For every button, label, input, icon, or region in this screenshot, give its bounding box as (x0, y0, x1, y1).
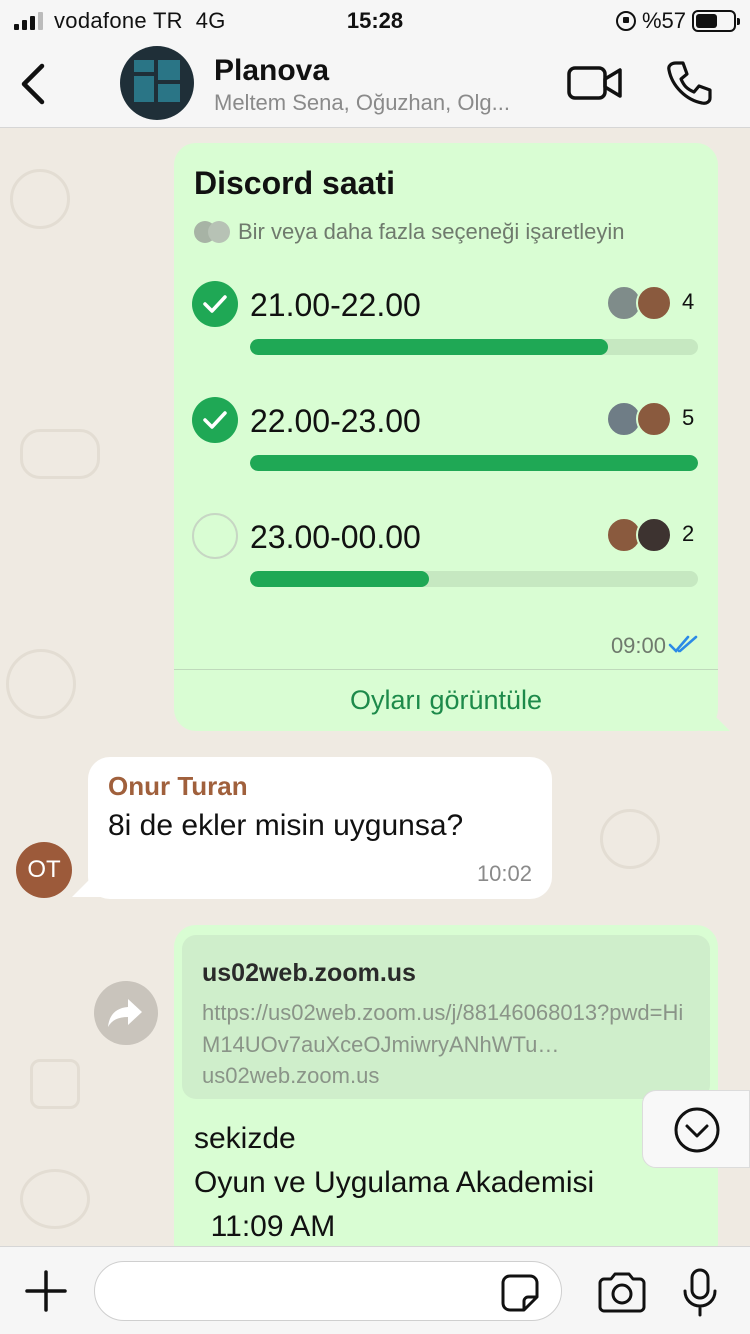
phone-call-icon[interactable] (664, 58, 714, 108)
view-votes-button[interactable]: Oyları görüntüle (174, 677, 718, 723)
link-preview-title: us02web.zoom.us (202, 959, 416, 987)
message-line: Oyun ve Uygulama Akademisi (194, 1166, 595, 1199)
link-preview-domain: us02web.zoom.us (202, 1063, 380, 1088)
scroll-to-bottom-button[interactable] (642, 1090, 750, 1168)
poll-option-checkbox[interactable] (192, 397, 238, 443)
chat-participants[interactable]: Meltem Sena, Oğuzhan, Olg... (214, 90, 554, 116)
poll-option-label: 21.00-22.00 (250, 287, 421, 323)
sender-avatar[interactable]: OT (16, 842, 72, 898)
forward-arrow-icon (108, 999, 142, 1027)
orientation-lock-icon (615, 11, 636, 31)
poll-option-checkbox[interactable] (192, 513, 238, 559)
chat-header: Planova Meltem Sena, Oğuzhan, Olg... (0, 40, 750, 128)
message-list[interactable]: Discord saati Bir veya daha fazla seçene… (0, 129, 750, 1246)
message-line: sekizde (194, 1122, 296, 1155)
chevron-down-icon (674, 1107, 720, 1153)
camera-icon[interactable] (596, 1271, 648, 1313)
incoming-message[interactable]: Onur Turan 8i de ekler misin uygunsa? 10… (88, 757, 552, 899)
message-time: 10:02 (476, 861, 532, 886)
message-line: 11:09 AM (194, 1210, 336, 1243)
read-receipt-icon (668, 635, 698, 653)
multiple-choice-icon (194, 221, 232, 243)
microphone-icon[interactable] (680, 1267, 720, 1319)
status-bar: vodafone TR 4G 15:28 %57 (0, 0, 750, 40)
poll-hint: Bir veya daha fazla seçeneği işaretleyin (238, 219, 625, 244)
poll-option-progress (250, 339, 698, 355)
video-call-icon[interactable] (566, 60, 624, 106)
poll-option-count: 5 (682, 405, 695, 430)
plus-icon[interactable] (24, 1269, 68, 1313)
checkmark-icon (203, 411, 227, 429)
poll-question: Discord saati (194, 165, 395, 201)
message-composer (0, 1246, 750, 1334)
poll-option-progress (250, 571, 698, 587)
poll-option-label: 22.00-23.00 (250, 403, 421, 439)
voter-avatars (606, 517, 678, 553)
message-input[interactable] (94, 1261, 562, 1321)
voter-avatars (606, 285, 678, 321)
poll-message[interactable]: Discord saati Bir veya daha fazla seçene… (174, 143, 718, 731)
sticker-icon[interactable] (500, 1273, 540, 1313)
poll-option-progress (250, 455, 698, 471)
poll-option-count: 2 (682, 521, 695, 546)
sender-name[interactable]: Onur Turan (108, 771, 248, 802)
poll-option[interactable]: 21.00-22.00 4 (192, 281, 702, 361)
checkmark-icon (203, 295, 227, 313)
battery-percent: %57 (641, 8, 686, 33)
link-preview[interactable]: us02web.zoom.us https://us02web.zoom.us/… (182, 935, 710, 1099)
voter-avatars (606, 401, 678, 437)
poll-option[interactable]: 22.00-23.00 5 (192, 397, 702, 477)
poll-option[interactable]: 23.00-00.00 2 (192, 513, 702, 593)
poll-option-count: 4 (682, 289, 695, 314)
message-time: 09:00 (610, 633, 666, 658)
battery-icon (692, 10, 740, 32)
poll-option-checkbox[interactable] (192, 281, 238, 327)
group-avatar[interactable] (120, 46, 194, 120)
message-text: 8i de ekler misin uygunsa? (108, 809, 464, 842)
outgoing-link-message[interactable]: us02web.zoom.us https://us02web.zoom.us/… (174, 925, 718, 1246)
poll-option-label: 23.00-00.00 (250, 519, 421, 555)
forward-button[interactable] (94, 981, 158, 1045)
chat-title[interactable]: Planova (214, 54, 329, 88)
link-preview-url: https://us02web.zoom.us/j/88146068013?pw… (202, 1000, 684, 1057)
divider (174, 669, 718, 670)
back-chevron-icon[interactable] (14, 62, 54, 106)
